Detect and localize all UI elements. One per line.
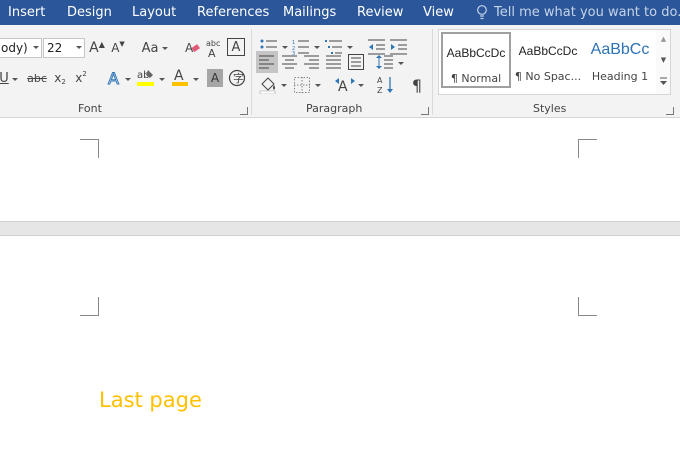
multilevel-list-dropdown-icon[interactable]: [347, 46, 353, 49]
show-hide-marks-icon[interactable]: ¶: [408, 75, 426, 95]
distributed-icon[interactable]: [345, 51, 367, 73]
tab-insert[interactable]: Insert: [8, 0, 45, 25]
align-left-button[interactable]: [256, 51, 278, 73]
group-separator: [432, 29, 433, 115]
borders-icon[interactable]: [292, 75, 312, 95]
tab-mailings[interactable]: Mailings: [283, 0, 336, 25]
sort-icon[interactable]: AZ: [377, 74, 395, 96]
bullets-dropdown-icon[interactable]: [282, 46, 288, 49]
text-effects-icon[interactable]: A: [106, 68, 124, 88]
style-no-spacing-name: ¶ No Spac...: [514, 70, 582, 83]
group-separator: [251, 29, 252, 115]
style-no-spacing[interactable]: AaBbCcDc ¶ No Spac...: [513, 32, 583, 88]
ribbon-tab-bar: Insert Design Layout References Mailings…: [0, 0, 680, 25]
text-effects-dropdown-icon[interactable]: [125, 78, 131, 81]
font-size-dropdown-icon[interactable]: [76, 46, 82, 49]
font-color-dropdown-icon[interactable]: [193, 78, 199, 81]
styles-dialog-launcher-icon[interactable]: [666, 107, 674, 115]
page-margin-corner: [80, 297, 99, 316]
styles-group-label: Styles: [533, 102, 567, 115]
gallery-down-icon[interactable]: ▼: [657, 51, 670, 69]
strikethrough-icon[interactable]: abc: [26, 69, 48, 87]
style-normal-sample: AaBbCcDc: [446, 46, 506, 60]
shrink-font-icon[interactable]: A ▼: [110, 39, 126, 57]
subscript-icon[interactable]: x2: [52, 69, 68, 87]
align-right-icon[interactable]: [301, 51, 323, 73]
shading-icon[interactable]: [258, 75, 278, 95]
style-heading-1[interactable]: AaBbCc Heading 1: [585, 32, 655, 88]
font-dialog-launcher-icon[interactable]: [240, 107, 248, 115]
phonetic-guide-icon[interactable]: abc A: [205, 37, 223, 59]
highlight-icon[interactable]: ab: [136, 66, 156, 88]
lightbulb-icon: [477, 5, 487, 20]
tab-review[interactable]: Review: [357, 0, 403, 25]
page-margin-corner: [578, 139, 597, 158]
grow-font-icon[interactable]: A ▲: [89, 39, 105, 57]
page-margin-corner: [80, 139, 99, 158]
underline-icon[interactable]: U: [0, 69, 10, 87]
asian-layout-icon[interactable]: A: [335, 75, 355, 95]
ribbon: ody) 22 A ▲ A ▼ Aa A abc A A U abc x2 x2 A …: [0, 25, 680, 118]
change-case-dropdown-icon[interactable]: [162, 47, 168, 50]
clear-formatting-icon[interactable]: A: [183, 38, 201, 58]
paragraph-group-label: Paragraph: [306, 102, 363, 115]
character-border-icon[interactable]: A: [227, 38, 245, 56]
tab-layout[interactable]: Layout: [132, 0, 176, 25]
gallery-more-icon[interactable]: [657, 72, 670, 92]
style-heading-1-sample: AaBbCc: [590, 41, 650, 58]
highlight-dropdown-icon[interactable]: [159, 78, 165, 81]
svg-text:字: 字: [233, 71, 244, 85]
gallery-up-icon[interactable]: ▲: [657, 30, 670, 48]
tab-references[interactable]: References: [197, 0, 269, 25]
style-normal-name: ¶ Normal: [450, 72, 502, 85]
superscript-icon[interactable]: x2: [73, 69, 89, 87]
svg-text:A: A: [108, 69, 119, 87]
paragraph-dialog-launcher-icon[interactable]: [421, 107, 429, 115]
page-gap: [0, 221, 680, 236]
style-no-spacing-sample: AaBbCcDc: [518, 44, 578, 58]
font-group-label: Font: [78, 102, 102, 115]
character-shading-icon[interactable]: A: [207, 69, 223, 87]
svg-text:A: A: [208, 47, 216, 58]
tell-me-text: Tell me what you want to do...: [494, 5, 680, 20]
tab-view[interactable]: View: [423, 0, 454, 25]
svg-text:A: A: [174, 68, 184, 84]
line-spacing-dropdown-icon[interactable]: [398, 62, 404, 65]
document-text[interactable]: Last page: [99, 388, 202, 412]
page-margin-corner: [578, 297, 597, 316]
svg-text:A: A: [338, 79, 348, 94]
tab-design[interactable]: Design: [67, 0, 112, 25]
shading-dropdown-icon[interactable]: [281, 84, 287, 87]
underline-dropdown-icon[interactable]: [12, 78, 18, 81]
enclose-characters-icon[interactable]: 字: [228, 68, 246, 88]
align-center-icon[interactable]: [279, 51, 301, 73]
change-case-icon[interactable]: Aa: [139, 39, 161, 57]
font-name-dropdown-icon[interactable]: [33, 46, 39, 49]
svg-text:Z: Z: [377, 86, 383, 95]
borders-dropdown-icon[interactable]: [315, 84, 321, 87]
style-heading-1-name: Heading 1: [591, 70, 649, 83]
style-normal[interactable]: AaBbCcDc ¶ Normal: [441, 32, 511, 88]
numbering-dropdown-icon[interactable]: [314, 46, 320, 49]
font-color-icon[interactable]: A: [171, 66, 189, 88]
line-spacing-icon[interactable]: [375, 51, 395, 73]
svg-text:A: A: [377, 76, 383, 85]
justify-icon[interactable]: [323, 51, 345, 73]
asian-layout-dropdown-icon[interactable]: [358, 84, 364, 87]
